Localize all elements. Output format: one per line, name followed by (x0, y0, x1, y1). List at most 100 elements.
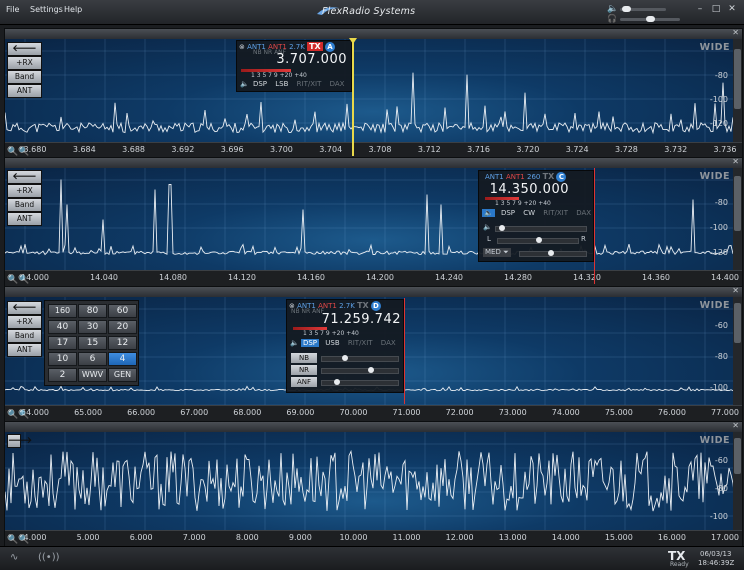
close-pan-icon[interactable]: ✕ (732, 422, 739, 430)
band-key[interactable]: 30 (78, 320, 107, 334)
network-icon[interactable]: ((•)) (38, 552, 60, 563)
band-key[interactable]: GEN (108, 368, 137, 382)
ant-button[interactable]: ANT (7, 84, 42, 98)
dsp-button[interactable]: DSP (499, 209, 517, 217)
tx-indicator[interactable]: TX (357, 301, 369, 310)
dax-button[interactable]: DAX (379, 339, 398, 347)
filter-width[interactable]: 260 (527, 173, 540, 181)
pan-scrollbar[interactable] (733, 39, 742, 143)
nb-slider[interactable] (321, 355, 399, 362)
dsp-button[interactable]: DSP (251, 80, 269, 88)
spectrum-display[interactable] (5, 168, 742, 271)
headphone-volume-knob[interactable] (646, 16, 655, 22)
add-rx-button[interactable]: +RX (7, 315, 42, 329)
pan-scrollbar[interactable] (733, 432, 742, 531)
slice-audio-icon[interactable]: 🔈 (240, 80, 249, 88)
agc-select[interactable]: MED ⏷ (483, 248, 511, 257)
pan-scrollbar[interactable] (733, 168, 742, 271)
mode-button[interactable]: LSB (273, 80, 290, 88)
slice-audio-icon[interactable]: 🔈 (482, 209, 495, 217)
agc-threshold-slider[interactable] (519, 250, 587, 257)
band-key[interactable]: WWV (78, 368, 107, 382)
band-key[interactable]: 160 (48, 304, 77, 318)
close-pan-icon[interactable]: ✕ (732, 287, 739, 295)
pan-scrollbar[interactable] (733, 297, 742, 406)
pan-slider[interactable] (497, 237, 579, 244)
menu-file[interactable]: File (6, 5, 19, 14)
slice-volume-icon[interactable]: 🔈 (483, 223, 492, 231)
anf-slider[interactable] (321, 379, 399, 386)
band-key[interactable]: 80 (78, 304, 107, 318)
mode-button[interactable]: CW (521, 209, 537, 217)
slice-audio-icon[interactable]: 🔈 (290, 339, 299, 347)
waveform-icon[interactable]: ∿ (10, 552, 18, 563)
rx-antenna[interactable]: ANT1 (485, 173, 504, 181)
close-slice-icon[interactable]: ⊗ (239, 43, 245, 51)
band-key[interactable]: 15 (78, 336, 107, 350)
band-key[interactable]: 12 (108, 336, 137, 350)
maximize-button[interactable]: □ (710, 4, 722, 14)
band-key[interactable]: 20 (108, 320, 137, 334)
slice-d-flag[interactable]: ⊗ ANT1 ANT1 2.7K TX D NB NR ANF 71.259.7… (286, 299, 404, 393)
band-key[interactable]: 4 (108, 352, 137, 366)
add-rx-button[interactable]: +RX (7, 184, 42, 198)
band-key[interactable]: 60 (108, 304, 137, 318)
slice-a-marker[interactable] (352, 38, 354, 156)
tx-indicator[interactable]: TX (543, 172, 555, 181)
back-arrow-button[interactable]: 🡐 (7, 301, 42, 315)
frequency-scale[interactable]: 3.680 3.684 3.688 3.692 3.696 3.700 3.704 3.708… (5, 142, 742, 158)
band-button[interactable]: Band (7, 198, 42, 212)
expand-arrow-button[interactable]: 🡒 (7, 434, 32, 448)
slice-volume-slider[interactable] (495, 225, 587, 232)
band-key[interactable]: 40 (48, 320, 77, 334)
dax-button[interactable]: DAX (328, 80, 347, 88)
anf-toggle[interactable]: ANF (291, 377, 317, 387)
close-pan-icon[interactable]: ✕ (732, 29, 739, 37)
mode-button[interactable]: USB (323, 339, 341, 347)
nb-toggle[interactable]: NB (291, 353, 317, 363)
filter-width[interactable]: 2.7K (289, 43, 305, 51)
nr-slider[interactable] (321, 367, 399, 374)
back-arrow-button[interactable]: 🡐 (7, 170, 42, 184)
slice-frequency[interactable]: 71.259.742 (322, 312, 401, 327)
slice-c-marker[interactable] (594, 168, 595, 284)
slice-d-marker[interactable] (404, 298, 405, 404)
zoom-icons[interactable]: 🔍🔍 (7, 275, 29, 285)
slice-frequency[interactable]: 3.707.000 (276, 52, 347, 67)
panadapter-2[interactable]: ✕ WIDE -80 -100 -120 14.000 14.040 14.080 1… (4, 157, 743, 287)
nr-toggle[interactable]: NR (291, 365, 317, 375)
spectrum-display[interactable] (5, 39, 742, 143)
frequency-scale[interactable]: 64.000 65.000 66.000 67.000 68.000 69.000 70.0… (5, 405, 742, 421)
band-key[interactable]: 6 (78, 352, 107, 366)
frequency-scale[interactable]: 14.000 14.040 14.080 14.120 14.160 14.200 14.2… (5, 270, 742, 286)
band-button[interactable]: Band (7, 329, 42, 343)
panadapter-4[interactable]: ✕ WIDE -60 -80 -100 4.000 5.000 6.000 7.000… (4, 421, 743, 547)
rit-xit-button[interactable]: RIT/XIT (541, 209, 570, 217)
zoom-icons[interactable]: 🔍🔍 (7, 410, 29, 420)
slice-a-flag[interactable]: ⊗ ANT1 ANT1 2.7K TX A NB NR ANF 3.707.00… (236, 40, 352, 92)
add-rx-button[interactable]: +RX (7, 56, 42, 70)
tx-indicator[interactable]: TX (307, 42, 323, 51)
frequency-scale[interactable]: 4.000 5.000 6.000 7.000 8.000 9.000 10.000 11.0… (5, 530, 742, 546)
master-volume-knob[interactable] (622, 6, 631, 12)
band-key[interactable]: 10 (48, 352, 77, 366)
speaker-icon[interactable]: 🔈 (607, 4, 618, 14)
dax-button[interactable]: DAX (574, 209, 593, 217)
band-key[interactable]: 17 (48, 336, 77, 350)
spectrum-display[interactable] (5, 432, 742, 531)
band-key[interactable]: 2 (48, 368, 77, 382)
panadapter-1[interactable]: ✕ WIDE -80 -100 -120 3.680 3.684 3.688 3.69… (4, 28, 743, 159)
headphone-icon[interactable]: 🎧 (607, 14, 617, 23)
zoom-icons[interactable]: 🔍🔍 (7, 147, 29, 157)
dsp-button[interactable]: DSP (300, 339, 320, 347)
rit-xit-button[interactable]: RIT/XIT (346, 339, 375, 347)
back-arrow-button[interactable]: 🡐 (7, 42, 42, 56)
filter-width[interactable]: 2.7K (339, 302, 355, 310)
slice-frequency[interactable]: 14.350.000 (490, 182, 569, 197)
zoom-icons[interactable]: 🔍🔍 (7, 535, 29, 545)
menu-settings[interactable]: Settings (30, 5, 63, 14)
menu-help[interactable]: Help (64, 5, 82, 14)
close-button[interactable]: ✕ (726, 4, 738, 14)
rit-xit-button[interactable]: RIT/XIT (295, 80, 324, 88)
close-pan-icon[interactable]: ✕ (732, 158, 739, 166)
